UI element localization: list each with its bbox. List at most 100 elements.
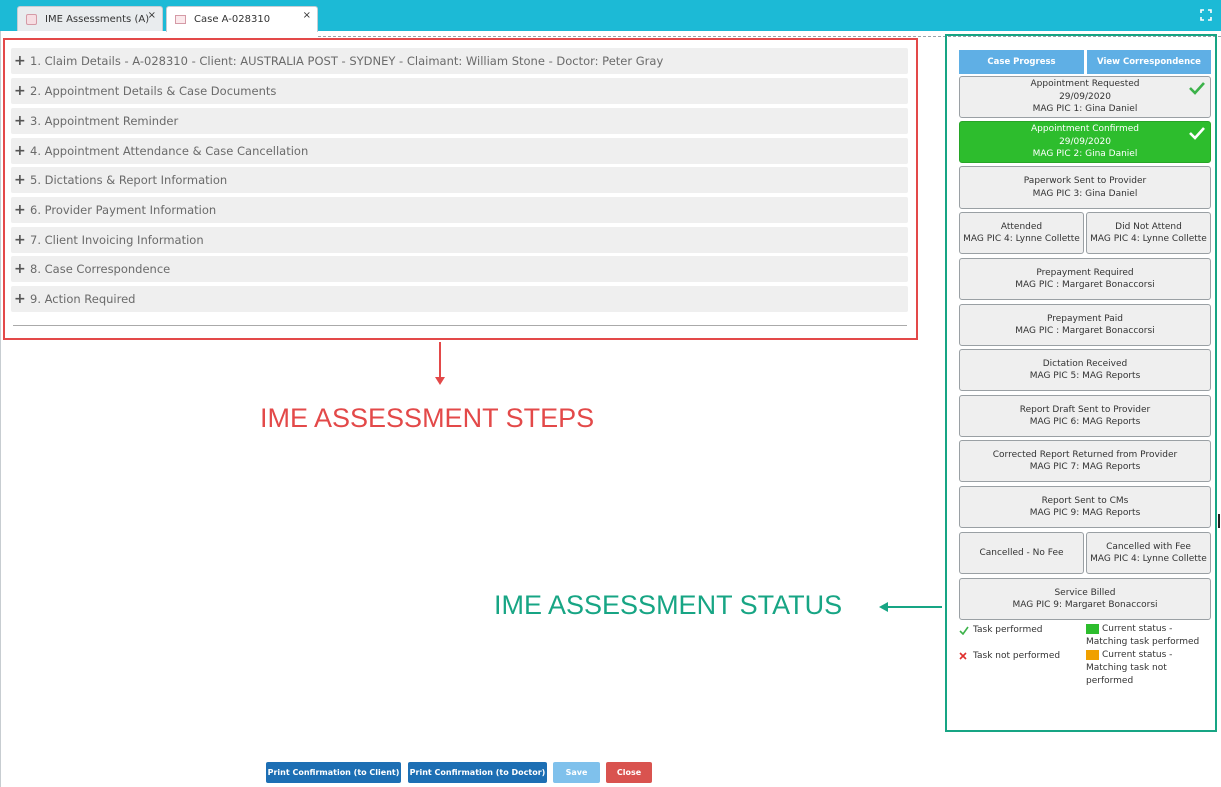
status-arrow xyxy=(887,606,942,608)
status-pic: MAG PIC 5: MAG Reports xyxy=(1029,371,1141,381)
step-label: 2. Appointment Details & Case Documents xyxy=(30,84,277,98)
legend-current-not-performed-3: performed xyxy=(1086,676,1134,686)
step-label: 8. Case Correspondence xyxy=(30,262,171,276)
status-pic: MAG PIC 4: Lynne Collette xyxy=(963,234,1080,244)
plus-icon: + xyxy=(14,83,26,99)
close-icon[interactable]: × xyxy=(303,10,311,21)
step-label: 5. Dictations & Report Information xyxy=(30,173,228,187)
plus-icon: + xyxy=(14,261,26,277)
step-claim-details[interactable]: + 1. Claim Details - A-028310 - Client: … xyxy=(11,48,908,74)
step-label: 1. Claim Details - A-028310 - Client: AU… xyxy=(30,54,664,68)
status-title: Appointment Confirmed xyxy=(1031,124,1139,135)
status-prepayment-required[interactable]: Prepayment Required MAG PIC : Margaret B… xyxy=(959,258,1211,300)
status-pic: MAG PIC 3: Gina Daniel xyxy=(1032,188,1138,199)
step-label: 9. Action Required xyxy=(30,292,136,306)
print-confirmation-doctor-button[interactable]: Print Confirmation (to Doctor) xyxy=(408,762,547,783)
status-title: Prepayment Paid xyxy=(1046,313,1123,324)
step-action-required[interactable]: + 9. Action Required xyxy=(11,286,908,312)
plus-icon: + xyxy=(14,113,26,129)
tab-case[interactable]: Case A-028310 × xyxy=(166,6,318,32)
tab-bar: IME Assessments (A) × Case A-028310 × xyxy=(0,0,1221,32)
step-label: 3. Appointment Reminder xyxy=(30,114,179,128)
status-pic: MAG PIC 7: MAG Reports xyxy=(1029,462,1141,472)
steps-arrow xyxy=(439,342,441,379)
status-pic: MAG PIC 4: Lynne Collette xyxy=(1090,554,1207,564)
step-label: 6. Provider Payment Information xyxy=(30,203,217,217)
status-title: Paperwork Sent to Provider xyxy=(1023,176,1147,186)
folder-icon xyxy=(175,15,186,24)
status-pic: MAG PIC 9: MAG Reports xyxy=(1029,508,1141,518)
status-title: Report Draft Sent to Provider xyxy=(1019,404,1151,415)
status-cancelled-no-fee[interactable]: Cancelled - No Fee xyxy=(959,532,1084,574)
steps-annotation: IME ASSESSMENT STEPS xyxy=(260,403,595,433)
status-pic: MAG PIC : Margaret Bonaccorsi xyxy=(1015,326,1155,336)
status-appointment-confirmed[interactable]: Appointment Confirmed 29/09/2020 MAG PIC… xyxy=(959,121,1211,163)
status-title: Cancelled with Fee xyxy=(1106,541,1191,552)
status-title: Prepayment Required xyxy=(1036,267,1134,278)
legend-task-performed: Task performed xyxy=(973,625,1043,635)
plus-icon: + xyxy=(14,143,26,159)
status-report-sent-to-cms[interactable]: Report Sent to CMs MAG PIC 9: MAG Report… xyxy=(959,486,1211,528)
legend-task-not-performed: Task not performed xyxy=(973,651,1061,661)
check-icon xyxy=(959,626,969,635)
status-attended[interactable]: Attended MAG PIC 4: Lynne Collette xyxy=(959,212,1084,254)
close-icon[interactable]: × xyxy=(148,10,156,21)
step-appointment-reminder[interactable]: + 3. Appointment Reminder xyxy=(11,108,908,134)
step-label: 7. Client Invoicing Information xyxy=(30,233,204,247)
status-title: Corrected Report Returned from Provider xyxy=(992,449,1178,460)
legend-current-not-performed-1: Current status - xyxy=(1102,650,1173,660)
plus-icon: + xyxy=(14,172,26,188)
tab-label: Case A-028310 xyxy=(194,14,271,25)
save-button[interactable]: Save xyxy=(553,762,600,783)
step-appointment-details[interactable]: + 2. Appointment Details & Case Document… xyxy=(11,78,908,104)
status-date: 29/09/2020 xyxy=(1059,136,1111,147)
status-pic: MAG PIC 1: Gina Daniel xyxy=(1032,104,1138,115)
step-dictations-report[interactable]: + 5. Dictations & Report Information xyxy=(11,167,908,193)
tab-label: IME Assessments (A) xyxy=(45,13,150,25)
status-corrected-report-returned[interactable]: Corrected Report Returned from Provider … xyxy=(959,440,1211,482)
status-date: 29/09/2020 xyxy=(1059,91,1111,102)
status-dictation-received[interactable]: Dictation Received MAG PIC 5: MAG Report… xyxy=(959,349,1211,391)
expand-icon[interactable] xyxy=(1200,9,1212,21)
legend-current-performed-2: Matching task performed xyxy=(1086,637,1200,647)
close-button[interactable]: Close xyxy=(606,762,652,783)
status-did-not-attend[interactable]: Did Not Attend MAG PIC 4: Lynne Collette xyxy=(1086,212,1211,254)
plus-icon: + xyxy=(14,53,26,69)
arrow-head xyxy=(879,602,888,612)
legend-orange-swatch xyxy=(1086,650,1099,660)
status-prepayment-paid[interactable]: Prepayment Paid MAG PIC : Margaret Bonac… xyxy=(959,304,1211,346)
status-title: Attended xyxy=(1000,221,1043,232)
status-title: Dictation Received xyxy=(1042,358,1128,369)
status-pic: MAG PIC 2: Gina Daniel xyxy=(1032,149,1138,160)
status-paperwork-sent[interactable]: Paperwork Sent to Provider MAG PIC 3: Gi… xyxy=(959,166,1211,209)
status-report-draft-sent[interactable]: Report Draft Sent to Provider MAG PIC 6:… xyxy=(959,395,1211,437)
step-label: 4. Appointment Attendance & Case Cancell… xyxy=(30,144,309,158)
status-title: Appointment Requested xyxy=(1030,79,1140,90)
document-icon xyxy=(26,13,37,25)
status-appointment-requested[interactable]: Appointment Requested 29/09/2020 MAG PIC… xyxy=(959,76,1211,118)
status-pic: MAG PIC 4: Lynne Collette xyxy=(1090,234,1207,244)
page: IME Assessments (A) × Case A-028310 × + … xyxy=(0,0,1221,787)
arrow-head xyxy=(435,377,445,385)
legend-green-swatch xyxy=(1086,624,1099,634)
status-cancelled-with-fee[interactable]: Cancelled with Fee MAG PIC 4: Lynne Coll… xyxy=(1086,532,1211,574)
status-title: Did Not Attend xyxy=(1115,221,1182,232)
step-provider-payment[interactable]: + 6. Provider Payment Information xyxy=(11,197,908,223)
divider xyxy=(0,31,1,787)
legend-current-not-performed-2: Matching task not xyxy=(1086,663,1167,673)
text-cursor-icon xyxy=(1218,514,1220,528)
plus-icon: + xyxy=(14,291,26,307)
check-icon xyxy=(1189,127,1205,140)
step-client-invoicing[interactable]: + 7. Client Invoicing Information xyxy=(11,227,908,253)
case-progress-button[interactable]: Case Progress xyxy=(959,50,1084,74)
status-title: Report Sent to CMs xyxy=(1041,495,1129,506)
legend-current-performed-1: Current status - xyxy=(1102,624,1173,634)
steps-panel: + 1. Claim Details - A-028310 - Client: … xyxy=(3,38,918,340)
divider xyxy=(13,325,907,326)
status-service-billed[interactable]: Service Billed MAG PIC 9: Margaret Bonac… xyxy=(959,578,1211,620)
step-case-correspondence[interactable]: + 8. Case Correspondence xyxy=(11,256,908,282)
print-confirmation-client-button[interactable]: Print Confirmation (to Client) xyxy=(266,762,401,783)
view-correspondence-button[interactable]: View Correspondence xyxy=(1087,50,1211,74)
step-attendance-cancellation[interactable]: + 4. Appointment Attendance & Case Cance… xyxy=(11,138,908,164)
tab-ime-assessments[interactable]: IME Assessments (A) × xyxy=(17,6,163,31)
